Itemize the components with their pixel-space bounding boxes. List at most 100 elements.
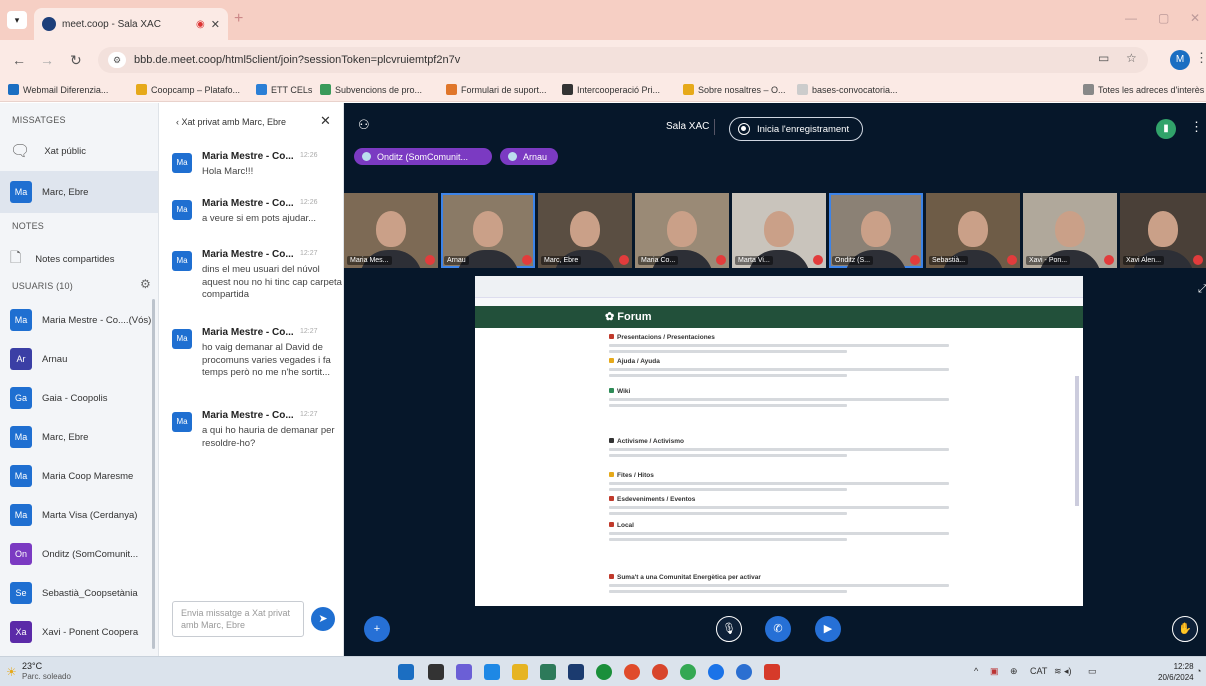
store-icon[interactable] [568, 664, 584, 680]
participant-video[interactable]: Xavi Alen... [1120, 193, 1206, 268]
chrome-profile-icon[interactable] [680, 664, 696, 680]
message-time: 12:26 [300, 199, 318, 206]
shared-address-bar [475, 298, 1083, 306]
profile-avatar[interactable]: M [1170, 50, 1190, 70]
bookmark-item[interactable]: Webmail Diferenzia... [8, 84, 108, 95]
browser-menu-icon[interactable]: ⋮ [1195, 50, 1206, 66]
chrome-profile-icon[interactable] [652, 664, 668, 680]
start-recording-button[interactable]: Inicia l'enregistrament [729, 117, 863, 141]
site-info-icon[interactable]: ⚙ [108, 52, 126, 68]
bookmark-item[interactable]: Subvencions de pro... [320, 84, 422, 95]
cast-icon[interactable]: ▭ [1098, 51, 1109, 65]
wifi-volume-icon[interactable]: ≋ ◂) [1054, 666, 1072, 677]
user-list-item[interactable]: Ma Maria Mestre - Co....(Vós) [10, 309, 151, 331]
users-toggle-icon[interactable]: ⚇ [358, 117, 370, 133]
language-indicator[interactable]: CAT [1030, 666, 1047, 676]
edge-icon[interactable] [484, 664, 500, 680]
leave-audio-button[interactable]: ✆ [765, 616, 791, 642]
notification-bell-icon[interactable]: ◔ [1196, 666, 1201, 676]
bookmark-item[interactable]: Formulari de suport... [446, 84, 547, 95]
battery-icon[interactable]: ▭ [1088, 666, 1097, 677]
category-description [609, 584, 949, 587]
send-message-button[interactable]: ➤ [311, 607, 335, 631]
participant-video[interactable]: Arnau [441, 193, 535, 268]
user-list-item[interactable]: Xa Xavi - Ponent Coopera [10, 621, 138, 643]
spotify-icon[interactable] [596, 664, 612, 680]
browser-tab[interactable]: meet.coop - Sala XAC ◉ ✕ [34, 8, 228, 40]
maximize-icon[interactable]: ▢ [1158, 11, 1169, 25]
options-menu-icon[interactable]: ⋮ [1190, 119, 1203, 135]
category-color-icon [609, 438, 614, 443]
user-list-item[interactable]: On Onditz (SomComunit... [10, 543, 138, 565]
raise-hand-button[interactable]: ✋ [1172, 616, 1198, 642]
new-tab-button[interactable]: + [234, 10, 243, 28]
participant-video[interactable]: Maria Co... [635, 193, 729, 268]
teams-icon[interactable] [456, 664, 472, 680]
participant-face [376, 211, 406, 247]
tray-app-icon[interactable]: ▣ [990, 666, 999, 677]
user-list-scrollbar[interactable] [152, 299, 155, 649]
bookmark-item-all[interactable]: Totes les adreces d'interès [1083, 84, 1204, 95]
participant-video[interactable]: Sebastià... [926, 193, 1020, 268]
bookmark-item[interactable]: ETT CELs [256, 84, 312, 95]
user-name: Maria Coop Maresme [42, 470, 134, 482]
tray-chevron-icon[interactable]: ^ [974, 666, 978, 676]
participant-video[interactable]: Maria Mes... [344, 193, 438, 268]
user-list-item[interactable]: Se Sebastià_Coopsetània [10, 582, 138, 604]
category-description [609, 344, 949, 347]
participant-video[interactable]: Marta Vi... [732, 193, 826, 268]
forward-icon[interactable]: → [40, 52, 54, 68]
close-tab-icon[interactable]: ✕ [211, 18, 220, 31]
reload-icon[interactable]: ↻ [70, 52, 82, 69]
app-icon[interactable] [540, 664, 556, 680]
bookmark-item[interactable]: Intercooperació Pri... [562, 84, 660, 95]
chrome-profile-icon[interactable] [708, 664, 724, 680]
public-chat-item[interactable]: 🗨 Xat públic [10, 141, 86, 161]
category-title: Esdeveniments / Eventos [609, 496, 949, 503]
user-list-item[interactable]: Ar Arnau [10, 348, 67, 370]
bookmarks-bar: Webmail Diferenzia... Coopcamp – Platafo… [0, 80, 1206, 102]
screenshare-view: ✿ Forum Presentacions / Presentaciones Aj… [475, 276, 1083, 606]
participant-video[interactable]: Xavi - Pon... [1023, 193, 1117, 268]
pdf-reader-icon[interactable] [764, 664, 780, 680]
mute-microphone-button[interactable]: 🎙 [716, 616, 742, 642]
bookmark-item[interactable]: Coopcamp – Platafo... [136, 84, 240, 95]
shared-notes-item[interactable]: 🗋 Notes compartides [10, 247, 114, 271]
task-view-icon[interactable] [428, 664, 444, 680]
tab-search-button[interactable]: ▾ [7, 11, 27, 29]
user-list-item[interactable]: Ma Marc, Ebre [10, 426, 88, 448]
muted-mic-icon [522, 255, 532, 265]
chat-message-input[interactable]: Envia missatge a Xat privat amb Marc, Eb… [172, 601, 304, 637]
user-list-item[interactable]: Ma Marta Visa (Cerdanya) [10, 504, 137, 526]
fullscreen-icon[interactable]: ⤢ [1198, 283, 1206, 296]
participant-label: Maria Co... [638, 256, 679, 265]
start-menu-icon[interactable] [398, 664, 414, 680]
participant-video[interactable]: Onditz (S... [829, 193, 923, 268]
weather-widget[interactable]: 23°C Parc. soleado [22, 661, 71, 682]
url-field[interactable]: ⚙ bbb.de.meet.coop/html5client/join?sess… [98, 47, 1148, 73]
connection-status-icon[interactable]: ▮ [1156, 119, 1176, 139]
tray-mic-icon[interactable]: ⊕ [1010, 666, 1018, 677]
category-description [609, 404, 847, 407]
bookmark-star-icon[interactable]: ☆ [1126, 51, 1137, 65]
bookmark-item[interactable]: Sobre nosaltres – O... [683, 84, 786, 95]
zoom-icon[interactable] [736, 664, 752, 680]
share-webcam-button[interactable]: ▶ [815, 616, 841, 642]
bookmark-item[interactable]: bases-convocatoria... [797, 84, 898, 95]
category-description [609, 506, 949, 509]
close-window-icon[interactable]: ✕ [1190, 11, 1200, 25]
users-settings-gear-icon[interactable]: ⚙ [140, 277, 151, 291]
minimize-icon[interactable]: — [1125, 11, 1137, 25]
chrome-icon[interactable] [624, 664, 640, 680]
private-chat-item[interactable]: Ma Marc, Ebre [0, 171, 158, 213]
avatar: Ma [10, 504, 32, 526]
user-list-item[interactable]: Ga Gaia - Coopolis [10, 387, 107, 409]
user-list-item[interactable]: Ma Maria Coop Maresme [10, 465, 133, 487]
actions-plus-button[interactable]: + [364, 616, 390, 642]
chat-header[interactable]: ‹ Xat privat amb Marc, Ebre [176, 117, 286, 127]
back-icon[interactable]: ← [12, 52, 26, 68]
file-explorer-icon[interactable] [512, 664, 528, 680]
clock[interactable]: 12:28 20/6/2024 [1158, 661, 1194, 683]
participant-video[interactable]: Marc, Ebre [538, 193, 632, 268]
close-chat-icon[interactable]: ✕ [320, 113, 331, 129]
